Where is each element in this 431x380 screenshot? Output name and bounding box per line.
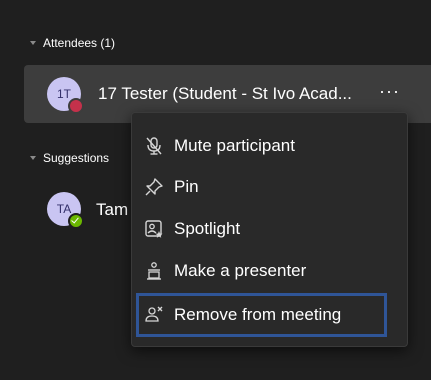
participant-context-menu: Mute participant Pin Spotlight Make a pr… — [131, 112, 408, 347]
attendee-name: 17 Tester (Student - St Ivo Acad... — [98, 84, 352, 103]
attendees-section-header[interactable]: Attendees (1) — [30, 36, 115, 50]
menu-item-make-presenter[interactable]: Make a presenter — [132, 252, 407, 290]
menu-item-label: Pin — [174, 177, 199, 196]
menu-item-remove-from-meeting[interactable]: Remove from meeting — [136, 293, 387, 337]
busy-status-icon — [68, 98, 84, 114]
chevron-down-icon — [30, 41, 36, 45]
avatar: TA — [47, 192, 84, 229]
menu-item-label: Spotlight — [174, 219, 241, 238]
available-status-icon — [68, 213, 84, 229]
attendees-section-label: Attendees (1) — [43, 36, 116, 50]
pin-icon — [144, 177, 164, 197]
spotlight-icon — [144, 219, 164, 239]
avatar-initials: TA — [56, 202, 72, 216]
menu-item-label: Remove from meeting — [174, 305, 342, 324]
remove-person-icon — [144, 305, 164, 325]
suggestion-name: Tam — [96, 200, 129, 219]
more-options-button[interactable]: ··· — [379, 81, 400, 101]
mic-off-icon — [144, 136, 164, 156]
menu-item-pin[interactable]: Pin — [132, 168, 407, 206]
menu-item-label: Mute participant — [174, 136, 295, 155]
chevron-down-icon — [30, 156, 36, 160]
avatar-initials: 1T — [56, 87, 71, 101]
menu-item-mute-participant[interactable]: Mute participant — [132, 127, 407, 165]
participants-panel: Attendees (1) 1T 17 Tester (Student - St… — [0, 0, 431, 380]
suggestions-section-header[interactable]: Suggestions — [30, 151, 109, 165]
suggestions-section-label: Suggestions — [43, 151, 110, 165]
avatar: 1T — [47, 77, 84, 114]
presenter-icon — [144, 261, 164, 281]
menu-item-spotlight[interactable]: Spotlight — [132, 210, 407, 248]
menu-item-label: Make a presenter — [174, 261, 307, 280]
